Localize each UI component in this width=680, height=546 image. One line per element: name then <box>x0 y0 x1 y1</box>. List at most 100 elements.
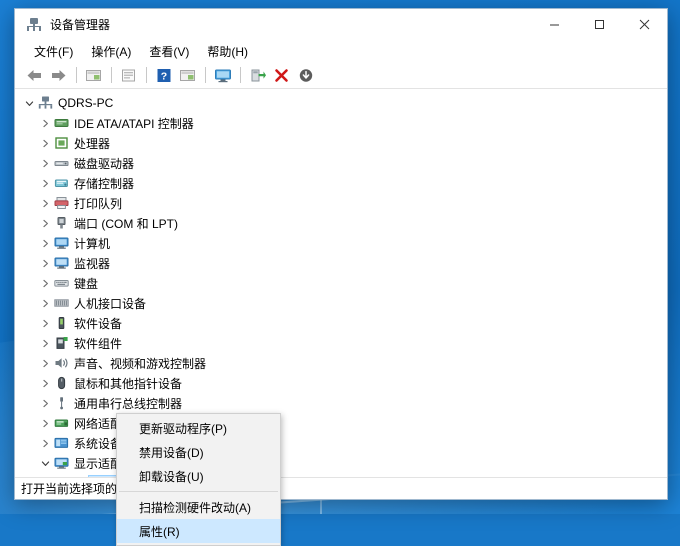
chevron-right-icon[interactable] <box>37 199 53 208</box>
tree-item-label: 处理器 <box>70 135 110 152</box>
close-button[interactable] <box>622 9 667 40</box>
tree-item-ports[interactable]: 端口 (COM 和 LPT) <box>15 213 667 233</box>
chevron-right-icon[interactable] <box>37 139 53 148</box>
system-device-icon <box>53 436 70 450</box>
tree-item-label: 计算机 <box>70 235 110 252</box>
tree-item-display-adapters[interactable]: 显示适配器 <box>15 453 667 473</box>
tree-item-label: QDRS-PC <box>54 96 113 110</box>
tree-item-keyboards[interactable]: 键盘 <box>15 273 667 293</box>
tree-item-monitors[interactable]: 监视器 <box>15 253 667 273</box>
tree-item-label: IDE ATA/ATAPI 控制器 <box>70 115 194 132</box>
forward-arrow-icon[interactable] <box>47 64 70 86</box>
properties-icon[interactable] <box>117 64 140 86</box>
toolbar: ? <box>15 62 667 89</box>
chevron-right-icon[interactable] <box>37 239 53 248</box>
context-uninstall-device[interactable]: 卸载设备(U) <box>117 464 280 488</box>
chevron-right-icon[interactable] <box>37 119 53 128</box>
tree-item-label: 键盘 <box>70 275 98 292</box>
chevron-right-icon[interactable] <box>37 399 53 408</box>
chevron-right-icon[interactable] <box>37 219 53 228</box>
tree-item-label: 鼠标和其他指针设备 <box>70 375 182 392</box>
context-menu-item-label: 禁用设备(D) <box>139 444 204 461</box>
disable-device-icon[interactable] <box>294 64 317 86</box>
show-hidden-devices-icon[interactable] <box>82 64 105 86</box>
tree-item-label: 磁盘驱动器 <box>70 155 134 172</box>
tree-item-label: 打印队列 <box>70 195 122 212</box>
window-title: 设备管理器 <box>50 16 110 33</box>
display-adapter-icon <box>53 456 70 470</box>
tree-item-disk-drives[interactable]: 磁盘驱动器 <box>15 153 667 173</box>
tree-item-label: 软件组件 <box>70 335 122 352</box>
tree-item-label: 软件设备 <box>70 315 122 332</box>
uninstall-device-icon[interactable] <box>270 64 293 86</box>
chevron-right-icon[interactable] <box>37 159 53 168</box>
keyboard-icon <box>53 276 70 290</box>
menu-file[interactable]: 文件(F) <box>25 41 82 62</box>
toolbar-separator-5 <box>240 67 241 83</box>
tree-item-hid[interactable]: 人机接口设备 <box>15 293 667 313</box>
chevron-right-icon[interactable] <box>37 179 53 188</box>
software-device-icon <box>53 316 70 330</box>
context-scan-hardware-changes[interactable]: 扫描检测硬件改动(A) <box>117 495 280 519</box>
chevron-right-icon[interactable] <box>37 299 53 308</box>
menu-view[interactable]: 查看(V) <box>140 41 198 62</box>
toolbar-separator-4 <box>205 67 206 83</box>
tree-item-system-devices[interactable]: 系统设备 <box>15 433 667 453</box>
tree-item-processors[interactable]: 处理器 <box>15 133 667 153</box>
tree-item-intel-hd-graphics-520[interactable]: Intel(R) HD Graphics 520 <box>15 473 667 477</box>
tree-view-icon[interactable] <box>176 64 199 86</box>
software-component-icon <box>53 336 70 350</box>
tree-item-storage-controllers[interactable]: 存储控制器 <box>15 173 667 193</box>
tree-item-software-devices[interactable]: 软件设备 <box>15 313 667 333</box>
chevron-down-icon[interactable] <box>37 459 53 468</box>
tree-item-sound-video-game[interactable]: 声音、视频和游戏控制器 <box>15 353 667 373</box>
hid-icon <box>53 296 70 310</box>
context-properties[interactable]: 属性(R) <box>117 519 280 543</box>
chevron-down-icon[interactable] <box>21 99 37 108</box>
chevron-right-icon[interactable] <box>37 419 53 428</box>
maximize-button[interactable] <box>577 9 622 40</box>
tree-item-label: 通用串行总线控制器 <box>70 395 182 412</box>
tree-item-label: 人机接口设备 <box>70 295 146 312</box>
update-driver-icon[interactable] <box>246 64 269 86</box>
help-icon[interactable]: ? <box>152 64 175 86</box>
tree-item-computer[interactable]: 计算机 <box>15 233 667 253</box>
back-arrow-icon[interactable] <box>23 64 46 86</box>
toolbar-separator-2 <box>111 67 112 83</box>
tree-item-print-queues[interactable]: 打印队列 <box>15 193 667 213</box>
tree-item-usb-controllers[interactable]: 通用串行总线控制器 <box>15 393 667 413</box>
monitor-icon[interactable] <box>211 64 234 86</box>
mouse-icon <box>53 376 70 390</box>
display-adapter-icon <box>71 476 88 477</box>
device-manager-icon <box>26 17 42 33</box>
port-icon <box>53 216 70 230</box>
chevron-right-icon[interactable] <box>37 379 53 388</box>
ide-controller-icon <box>53 116 70 130</box>
chevron-right-icon[interactable] <box>37 439 53 448</box>
computer-root-icon <box>37 96 54 110</box>
status-bar: 打开当前选择项的 <box>15 477 667 499</box>
tree-item-software-components[interactable]: 软件组件 <box>15 333 667 353</box>
disk-drive-icon <box>53 156 70 170</box>
device-tree[interactable]: QDRS-PC IDE ATA/ATAPI 控制器处理器磁盘驱动器存储控制器打印队… <box>15 89 667 477</box>
tree-item-qdrs-pc[interactable]: QDRS-PC <box>15 93 667 113</box>
context-menu[interactable]: 更新驱动程序(P) 禁用设备(D) 卸载设备(U) 扫描检测硬件改动(A)属性(R) <box>116 413 281 546</box>
chevron-right-icon[interactable] <box>37 339 53 348</box>
minimize-button[interactable] <box>532 9 577 40</box>
chevron-right-icon[interactable] <box>37 259 53 268</box>
chevron-right-icon[interactable] <box>37 279 53 288</box>
tree-item-label: 声音、视频和游戏控制器 <box>70 355 206 372</box>
tree-item-ide-ata-atapi[interactable]: IDE ATA/ATAPI 控制器 <box>15 113 667 133</box>
tree-item-label: 监视器 <box>70 255 110 272</box>
tree-item-mice[interactable]: 鼠标和其他指针设备 <box>15 373 667 393</box>
chevron-right-icon[interactable] <box>37 319 53 328</box>
chevron-right-icon[interactable] <box>37 359 53 368</box>
tree-item-network-adapters[interactable]: 网络适配器 <box>15 413 667 433</box>
printer-queue-icon <box>53 196 70 210</box>
context-disable-device[interactable]: 禁用设备(D) <box>117 440 280 464</box>
menu-help[interactable]: 帮助(H) <box>198 41 257 62</box>
toolbar-separator-1 <box>76 67 77 83</box>
context-update-driver[interactable]: 更新驱动程序(P) <box>117 416 280 440</box>
svg-text:?: ? <box>160 70 166 82</box>
menu-action[interactable]: 操作(A) <box>82 41 140 62</box>
